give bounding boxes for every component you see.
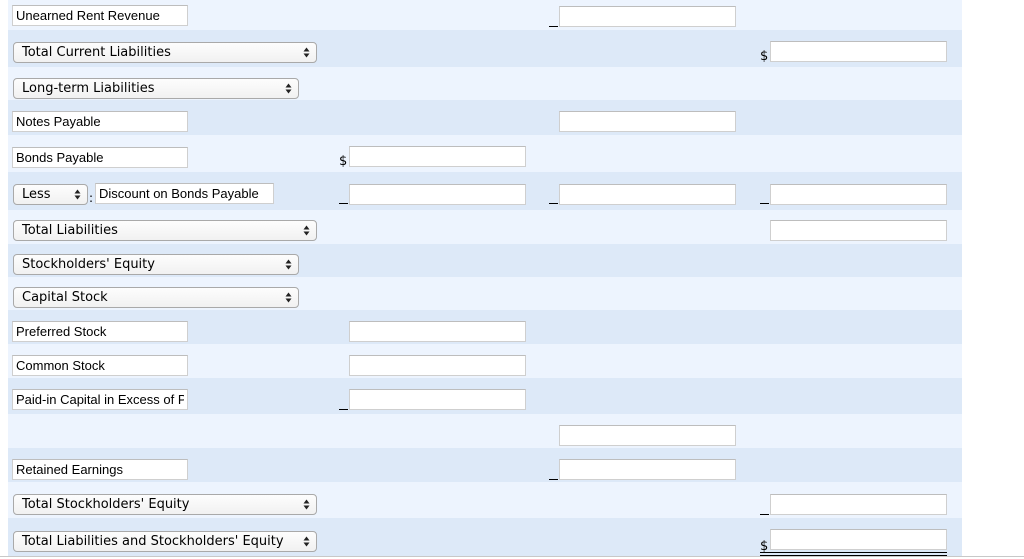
- amount-input-col1[interactable]: [349, 321, 526, 342]
- amount-input-col1[interactable]: [349, 389, 526, 410]
- account-name-input[interactable]: [12, 321, 188, 342]
- select-arrows-icon: [74, 189, 81, 200]
- row-capital-stock: Capital Stock: [8, 277, 962, 310]
- row-common-stock: [8, 344, 962, 378]
- amount-input-col2[interactable]: [559, 425, 736, 446]
- dash-prefix: [549, 479, 558, 480]
- select-value: Total Current Liabilities: [22, 45, 171, 60]
- account-name-input[interactable]: [12, 5, 188, 26]
- less-add-select[interactable]: Less: [13, 184, 88, 205]
- row-subtotal-paid-in-capital: [8, 414, 962, 448]
- account-name-input[interactable]: [12, 147, 188, 168]
- select-arrows-icon: [303, 47, 310, 58]
- row-total-liabilities: Total Liabilities: [8, 210, 962, 244]
- dash-prefix: [760, 514, 769, 515]
- account-name-input[interactable]: [95, 183, 274, 204]
- row-unearned-rent-revenue: [8, 0, 962, 30]
- account-name-input[interactable]: [12, 459, 188, 480]
- amount-input-col3[interactable]: [770, 220, 947, 241]
- total-current-liabilities-select[interactable]: Total Current Liabilities: [13, 42, 317, 63]
- select-arrows-icon: [285, 292, 292, 303]
- dollar-sign: $: [339, 154, 348, 169]
- total-stockholders-equity-select[interactable]: Total Stockholders' Equity: [13, 494, 317, 515]
- amount-input-col3[interactable]: [770, 494, 947, 515]
- select-value: Less: [22, 187, 51, 202]
- dash-prefix: [549, 26, 558, 27]
- select-arrows-icon: [303, 536, 310, 547]
- row-discount-on-bonds-payable: Less :: [8, 172, 962, 210]
- select-arrows-icon: [285, 259, 292, 270]
- row-long-term-liabilities: Long-term Liabilities: [8, 67, 962, 100]
- select-value: Total Liabilities and Stockholders' Equi…: [22, 534, 284, 549]
- select-value: Stockholders' Equity: [22, 257, 155, 272]
- capital-stock-select[interactable]: Capital Stock: [13, 287, 299, 308]
- amount-input-col2[interactable]: [559, 6, 736, 27]
- dash-prefix: [339, 203, 348, 204]
- amount-input-col3[interactable]: [770, 184, 947, 205]
- colon-separator: :: [89, 191, 94, 205]
- select-arrows-icon: [285, 83, 292, 94]
- account-name-input[interactable]: [12, 389, 188, 410]
- amount-input-col3[interactable]: [770, 529, 947, 550]
- row-bonds-payable: $: [8, 135, 962, 172]
- amount-input-col3[interactable]: [770, 41, 947, 62]
- stockholders-equity-select[interactable]: Stockholders' Equity: [13, 254, 299, 275]
- row-total-stockholders-equity: Total Stockholders' Equity: [8, 482, 962, 518]
- amount-input-col1[interactable]: [349, 146, 526, 167]
- select-value: Long-term Liabilities: [22, 81, 155, 96]
- row-notes-payable: [8, 100, 962, 135]
- amount-input-col1[interactable]: [349, 355, 526, 376]
- select-arrows-icon: [303, 499, 310, 510]
- select-value: Capital Stock: [22, 290, 108, 305]
- account-name-input[interactable]: [12, 355, 188, 376]
- total-liabilities-select[interactable]: Total Liabilities: [13, 220, 317, 241]
- select-value: Total Stockholders' Equity: [22, 497, 190, 512]
- row-paid-in-capital: [8, 378, 962, 414]
- bottom-divider: [0, 556, 1024, 557]
- select-value: Total Liabilities: [22, 223, 118, 238]
- select-arrows-icon: [303, 225, 310, 236]
- long-term-liabilities-select[interactable]: Long-term Liabilities: [13, 78, 299, 99]
- amount-input-col2[interactable]: [559, 111, 736, 132]
- amount-input-col2[interactable]: [559, 184, 736, 205]
- dash-prefix: [760, 203, 769, 204]
- row-total-liabilities-and-equity: Total Liabilities and Stockholders' Equi…: [8, 518, 962, 556]
- balance-sheet-form: Total Current Liabilities $ Long-term Li…: [8, 0, 962, 556]
- amount-input-col1[interactable]: [349, 184, 526, 205]
- total-liabilities-and-equity-select[interactable]: Total Liabilities and Stockholders' Equi…: [13, 531, 317, 552]
- dollar-sign: $: [760, 49, 769, 64]
- row-stockholders-equity: Stockholders' Equity: [8, 244, 962, 277]
- dash-prefix: [339, 409, 348, 410]
- dash-prefix: [549, 203, 558, 204]
- row-total-current-liabilities: Total Current Liabilities $: [8, 30, 962, 67]
- amount-input-col2[interactable]: [559, 459, 736, 480]
- row-retained-earnings: [8, 448, 962, 482]
- account-name-input[interactable]: [12, 111, 188, 132]
- row-preferred-stock: [8, 310, 962, 344]
